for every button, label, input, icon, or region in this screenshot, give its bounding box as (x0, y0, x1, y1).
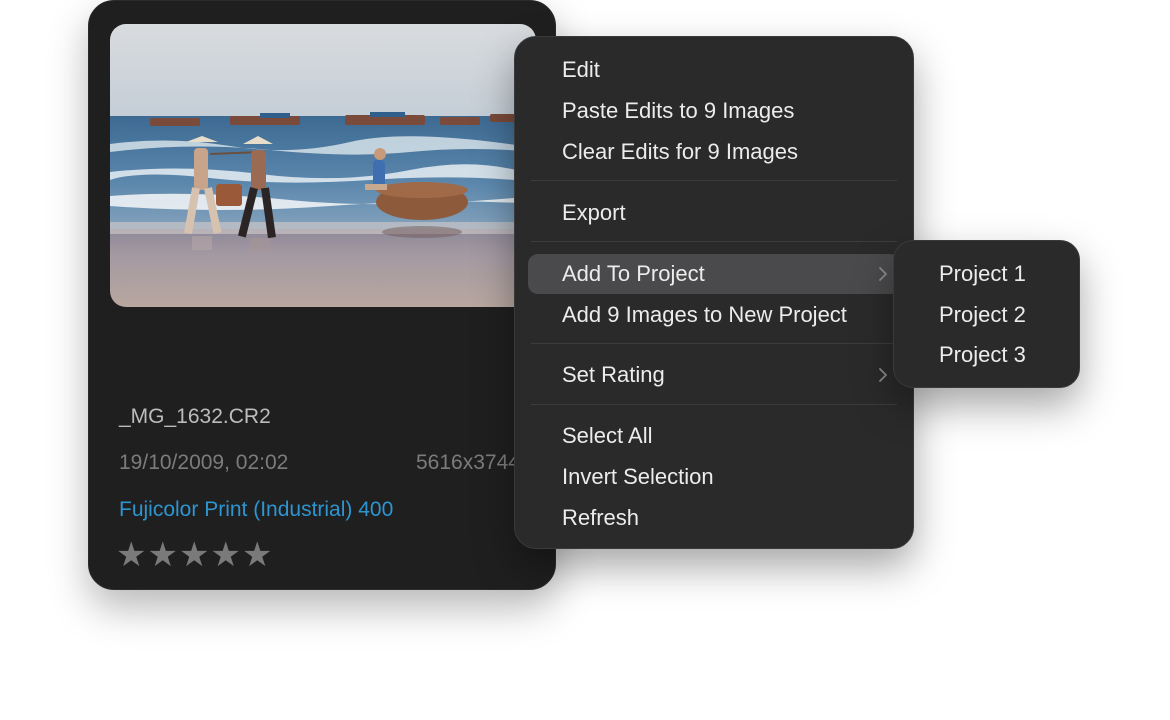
menu-item-add-to-project[interactable]: Add To Project (528, 254, 900, 294)
beach-photo-illustration (110, 24, 536, 307)
menu-item-edit[interactable]: Edit (528, 50, 900, 90)
star-icon-1[interactable]: ★ (116, 536, 146, 574)
menu-separator (531, 404, 897, 405)
photo-thumbnail[interactable] (110, 24, 536, 307)
menu-item-invert-selection[interactable]: Invert Selection (528, 457, 900, 497)
menu-separator (531, 241, 897, 242)
menu-item-select-all[interactable]: Select All (528, 416, 900, 456)
film-preset-label[interactable]: Fujicolor Print (Industrial) 400 (119, 498, 393, 522)
star-icon-3[interactable]: ★ (179, 536, 209, 574)
chevron-right-icon (879, 368, 887, 382)
menu-item-export[interactable]: Export (528, 193, 900, 233)
submenu-item-project-3[interactable]: Project 3 (902, 336, 1072, 374)
menu-separator (531, 343, 897, 344)
menu-separator (531, 180, 897, 181)
menu-item-paste-edits[interactable]: Paste Edits to 9 Images (528, 91, 900, 131)
menu-item-label: Set Rating (562, 362, 665, 387)
image-thumbnail-card[interactable]: _MG_1632.CR2 19/10/2009, 02:02 5616x3744… (88, 0, 556, 590)
menu-item-add-to-new-project[interactable]: Add 9 Images to New Project (528, 295, 900, 335)
menu-item-set-rating[interactable]: Set Rating (528, 355, 900, 395)
menu-item-label: Add To Project (562, 261, 705, 286)
capture-date: 19/10/2009, 02:02 (119, 451, 289, 474)
submenu-item-project-2[interactable]: Project 2 (902, 296, 1072, 334)
menu-item-clear-edits[interactable]: Clear Edits for 9 Images (528, 132, 900, 172)
menu-item-refresh[interactable]: Refresh (528, 498, 900, 538)
image-dimensions: 5616x3744 (416, 451, 520, 474)
file-name: _MG_1632.CR2 (119, 405, 271, 428)
star-icon-4[interactable]: ★ (210, 536, 240, 574)
star-icon-2[interactable]: ★ (147, 536, 177, 574)
stage: _MG_1632.CR2 19/10/2009, 02:02 5616x3744… (0, 0, 1170, 720)
context-menu: Edit Paste Edits to 9 Images Clear Edits… (514, 36, 914, 549)
submenu-item-project-1[interactable]: Project 1 (902, 255, 1072, 293)
star-icon-5[interactable]: ★ (242, 536, 272, 574)
chevron-right-icon (879, 267, 887, 281)
project-submenu: Project 1 Project 2 Project 3 (893, 240, 1080, 388)
star-rating[interactable]: ★ ★ ★ ★ ★ (116, 536, 272, 574)
